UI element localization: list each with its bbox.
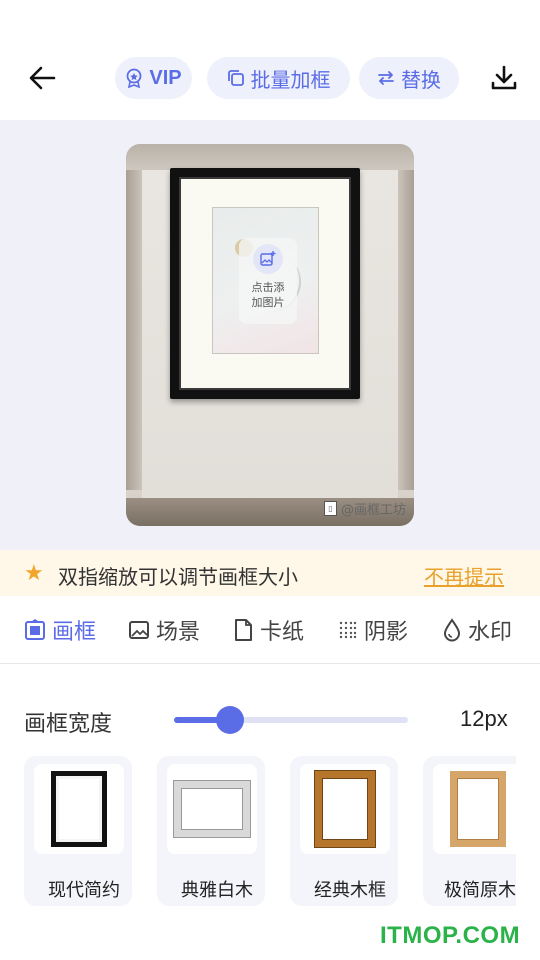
- star-icon: ★: [24, 561, 44, 586]
- frame-width-slider[interactable]: [174, 706, 408, 734]
- preview-area: 点击添加图片 ▯ @画框工坊: [0, 120, 540, 550]
- frame-option-thumb: [433, 764, 516, 854]
- frame-style-list: 现代简约 典雅白木 经典木框 极简原木: [24, 756, 516, 906]
- site-watermark: ITMOP.COM: [380, 922, 521, 949]
- simple-wood-frame-thumbnail: [450, 771, 506, 847]
- watermark-text: @画框工坊: [340, 503, 406, 518]
- classic-wood-frame-thumbnail: [315, 771, 375, 847]
- frame-option-simple-wood[interactable]: 极简原木: [423, 756, 516, 906]
- frame-option-thumb: [167, 764, 257, 854]
- editor-tabs: 画框 场景 卡纸 阴影 水印: [0, 596, 540, 664]
- tab-frame[interactable]: 画框: [24, 616, 97, 645]
- replace-button[interactable]: 替换: [359, 57, 459, 99]
- picture-frame[interactable]: 点击添加图片: [170, 168, 360, 399]
- scene-left-wall: [126, 170, 142, 490]
- shadow-dots-icon: [339, 621, 357, 639]
- top-bar: VIP 批量加框 替换: [0, 0, 540, 120]
- frame-width-value: 12px: [460, 706, 508, 731]
- slider-knob[interactable]: [216, 706, 245, 734]
- tab-shadow[interactable]: 阴影: [338, 616, 409, 645]
- card-paper-icon: [235, 619, 252, 641]
- frame-option-classic-wood[interactable]: 经典木框: [290, 756, 398, 906]
- frame-option-thumb: [34, 764, 124, 854]
- add-image-icon: [253, 244, 283, 274]
- scene-image-icon: [129, 621, 149, 639]
- add-photo-button[interactable]: 点击添加图片: [239, 238, 297, 324]
- back-button[interactable]: [24, 60, 60, 96]
- dismiss-tip-link[interactable]: 不再提示: [424, 561, 504, 590]
- tab-card-paper[interactable]: 卡纸: [232, 616, 305, 645]
- scene-right-wall: [398, 170, 414, 490]
- replace-label: 替换: [401, 67, 441, 92]
- frame-option-modern[interactable]: 现代简约: [24, 756, 132, 906]
- white-frame-thumbnail: [174, 781, 250, 837]
- tab-scene-label: 场景: [156, 620, 201, 645]
- frame-option-label: 经典木框: [314, 880, 386, 901]
- batch-copy-icon: [227, 70, 244, 86]
- frame-width-control: 画框宽度 12px: [0, 700, 540, 740]
- frame-option-elegant-white[interactable]: 典雅白木: [157, 756, 265, 906]
- watermark: ▯ @画框工坊: [323, 499, 406, 518]
- tab-frame-label: 画框: [52, 620, 97, 645]
- vip-label: VIP: [149, 66, 182, 89]
- frame-mat: 点击添加图片: [179, 177, 351, 390]
- tab-card-paper-label: 卡纸: [260, 620, 305, 645]
- watermark-logo-icon: ▯: [323, 501, 337, 516]
- tab-watermark-label: 水印: [468, 620, 513, 645]
- batch-frame-button[interactable]: 批量加框: [207, 57, 350, 99]
- scene-ceiling: [126, 144, 414, 170]
- frame-width-label: 画框宽度: [24, 712, 113, 737]
- tip-text: 双指缩放可以调节画框大小: [58, 565, 298, 589]
- vip-badge-icon: [126, 68, 142, 88]
- tab-shadow-label: 阴影: [364, 620, 409, 645]
- tip-bar: ★ 双指缩放可以调节画框大小 不再提示: [0, 550, 540, 596]
- modern-frame-thumbnail: [51, 771, 107, 847]
- scene-preview[interactable]: 点击添加图片 ▯ @画框工坊: [126, 144, 414, 526]
- tab-watermark[interactable]: 水印: [442, 616, 513, 645]
- download-button[interactable]: [486, 60, 522, 96]
- download-icon: [491, 65, 517, 90]
- photo-placeholder[interactable]: 点击添加图片: [212, 207, 319, 354]
- batch-frame-label: 批量加框: [250, 67, 331, 92]
- frame-option-label: 典雅白木: [181, 880, 253, 901]
- watermark-drop-icon: [443, 618, 461, 642]
- add-photo-label: 点击添加图片: [251, 281, 285, 309]
- back-arrow-icon: [29, 66, 56, 90]
- tab-scene[interactable]: 场景: [128, 616, 201, 645]
- frame-option-label: 现代简约: [48, 880, 120, 901]
- frame-option-thumb: [300, 764, 390, 854]
- swap-icon: [378, 71, 394, 85]
- vip-button[interactable]: VIP: [115, 57, 192, 99]
- frame-icon: [25, 619, 45, 640]
- frame-option-label: 极简原木: [444, 880, 516, 901]
